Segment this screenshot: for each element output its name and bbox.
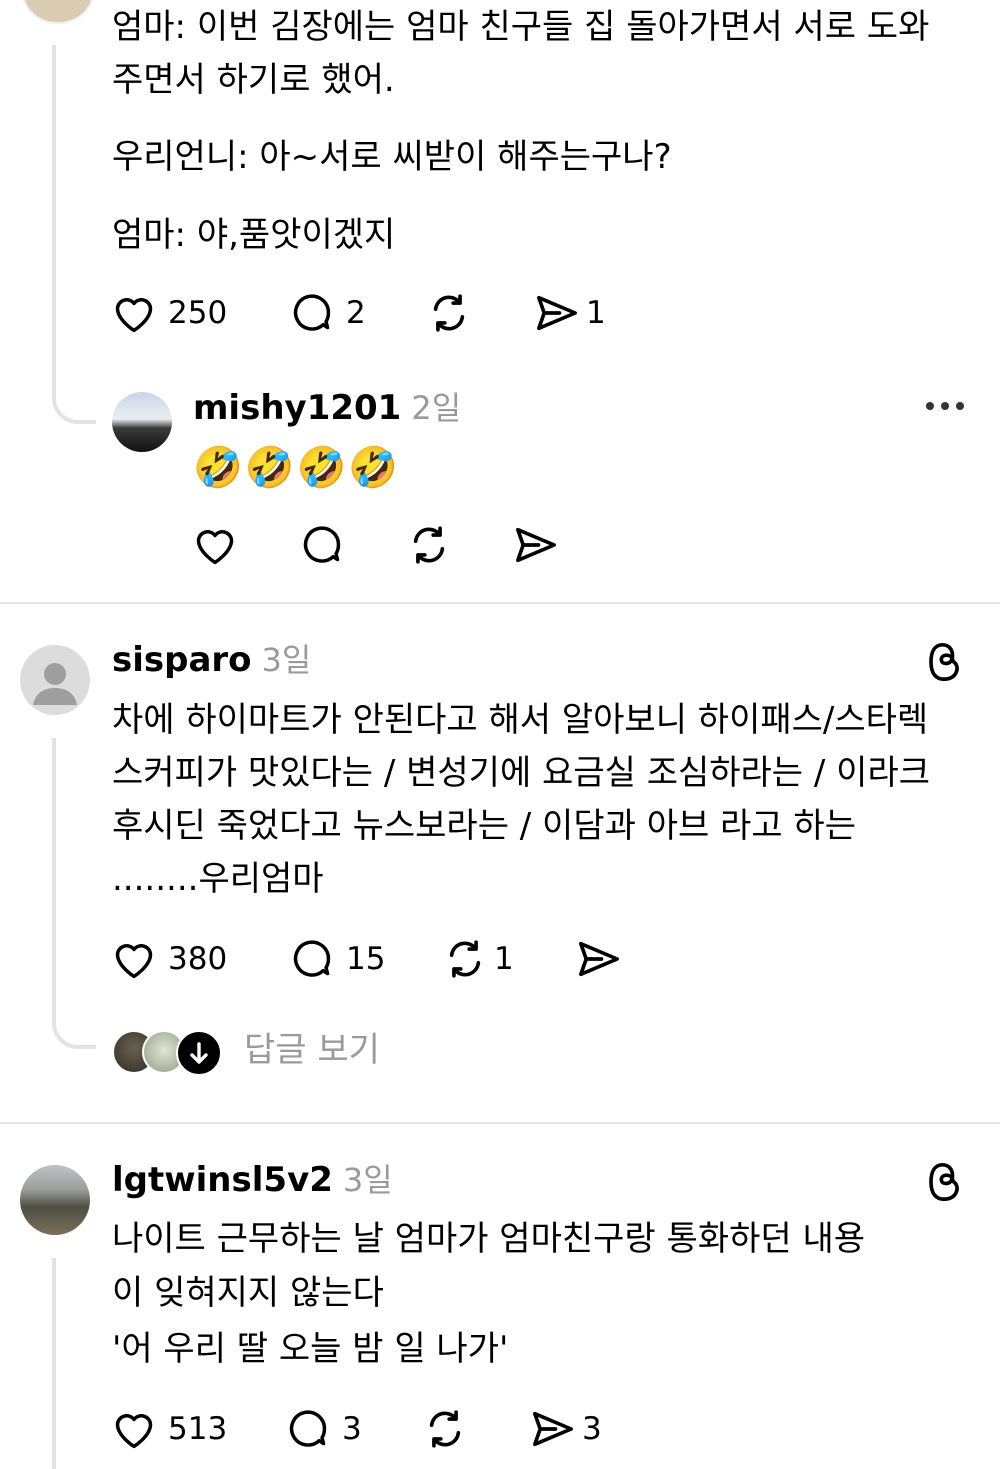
username[interactable]: sisparo	[112, 640, 252, 680]
thread-connector	[52, 365, 96, 424]
more-icon	[926, 402, 968, 410]
thread-line	[52, 1258, 56, 1469]
post-header: sisparo 3일	[112, 636, 311, 690]
username[interactable]: lgtwinsl5v2	[112, 1160, 333, 1200]
send-icon	[576, 938, 622, 980]
post-header: lgtwinsl5v2 3일	[112, 1156, 393, 1210]
send-icon	[530, 1408, 576, 1450]
repost-icon	[406, 524, 452, 566]
avatar[interactable]	[20, 1165, 90, 1235]
post-text-line: 엄마: 야,품앗이겠지	[112, 215, 396, 255]
reply-count: 3	[342, 1411, 362, 1447]
view-replies-button[interactable]: 답글 보기	[112, 1026, 402, 1076]
like-button[interactable]: 380	[112, 938, 227, 980]
post-text-line: 스커피가 맛있다는 / 변성기에 요금실 조심하라는 / 이라크	[112, 753, 931, 793]
like-button[interactable]: 513	[112, 1408, 227, 1450]
timestamp: 3일	[261, 641, 312, 679]
more-options-button[interactable]	[926, 402, 968, 414]
reply-text: 🤣🤣🤣🤣	[193, 445, 401, 491]
comment-icon	[300, 524, 344, 566]
like-button[interactable]: 250	[112, 292, 227, 334]
post-text-line: 이 잊혀지지 않는다	[112, 1273, 384, 1313]
thread-line	[52, 738, 56, 1008]
thread-line	[52, 45, 56, 395]
post-text-line: 차에 하이마트가 안된다고 해서 알아보니 하이패스/스타렉	[112, 700, 929, 740]
timestamp: 2일	[411, 389, 462, 427]
share-count: 1	[586, 295, 606, 331]
like-count: 380	[168, 941, 228, 977]
post-text-line: 나이트 근무하는 날 엄마가 엄마친구랑 통화하던 내용	[112, 1219, 866, 1259]
repost-icon	[422, 1408, 468, 1450]
share-button[interactable]	[576, 938, 622, 980]
threads-logo-icon[interactable]	[926, 1162, 966, 1206]
like-count: 513	[168, 1411, 228, 1447]
heart-icon	[112, 1408, 156, 1450]
timestamp: 3일	[342, 1161, 393, 1199]
repost-count: 1	[494, 941, 514, 977]
repost-button[interactable]: 1	[442, 938, 514, 980]
divider	[0, 602, 1000, 604]
avatar[interactable]	[22, 0, 94, 24]
reply-count: 15	[346, 941, 386, 977]
post-text-line: 주면서 하기로 했어.	[112, 60, 395, 100]
repost-button[interactable]	[406, 524, 452, 566]
share-button[interactable]: 1	[534, 292, 606, 334]
share-button[interactable]: 3	[530, 1408, 602, 1450]
post-text-line: 엄마: 이번 김장에는 엄마 친구들 집 돌아가면서 서로 도와	[112, 7, 930, 47]
reply-button[interactable]: 3	[286, 1408, 362, 1450]
share-button[interactable]	[513, 524, 559, 566]
reply-count: 2	[346, 295, 366, 331]
comment-icon	[290, 292, 334, 334]
reply-button[interactable]	[300, 524, 344, 566]
repost-icon	[426, 292, 472, 334]
avatar[interactable]	[20, 645, 90, 715]
reply-button[interactable]: 2	[290, 292, 366, 334]
post-text-line: '어 우리 딸 오늘 밤 일 나가'	[112, 1329, 509, 1369]
like-button[interactable]	[193, 524, 237, 566]
post-text-line: 후시딘 죽었다고 뉴스보라는 / 이담과 아브 라고 하는	[112, 806, 856, 846]
comment-icon	[290, 938, 334, 980]
reply-button[interactable]: 15	[290, 938, 385, 980]
view-replies-label: 답글 보기	[244, 1030, 380, 1070]
thread-connector	[52, 990, 96, 1049]
reply-header: mishy1201 2일	[193, 384, 461, 438]
default-avatar-icon	[33, 663, 77, 705]
post-text-line: 우리언니: 아~서로 씨받이 해주는구나?	[112, 137, 672, 177]
divider	[0, 1122, 1000, 1124]
repost-button[interactable]	[426, 292, 472, 334]
threads-logo-icon[interactable]	[926, 642, 966, 686]
repost-button[interactable]	[422, 1408, 468, 1450]
share-count: 3	[582, 1411, 602, 1447]
avatar[interactable]	[112, 392, 172, 452]
arrow-down-icon	[176, 1030, 222, 1076]
heart-icon	[193, 524, 237, 566]
heart-icon	[112, 938, 156, 980]
send-icon	[534, 292, 580, 334]
heart-icon	[112, 292, 156, 334]
like-count: 250	[168, 295, 228, 331]
username[interactable]: mishy1201	[193, 388, 401, 428]
send-icon	[513, 524, 559, 566]
post-text-line: ........우리엄마	[112, 859, 324, 899]
repost-icon	[442, 938, 488, 980]
comment-icon	[286, 1408, 330, 1450]
